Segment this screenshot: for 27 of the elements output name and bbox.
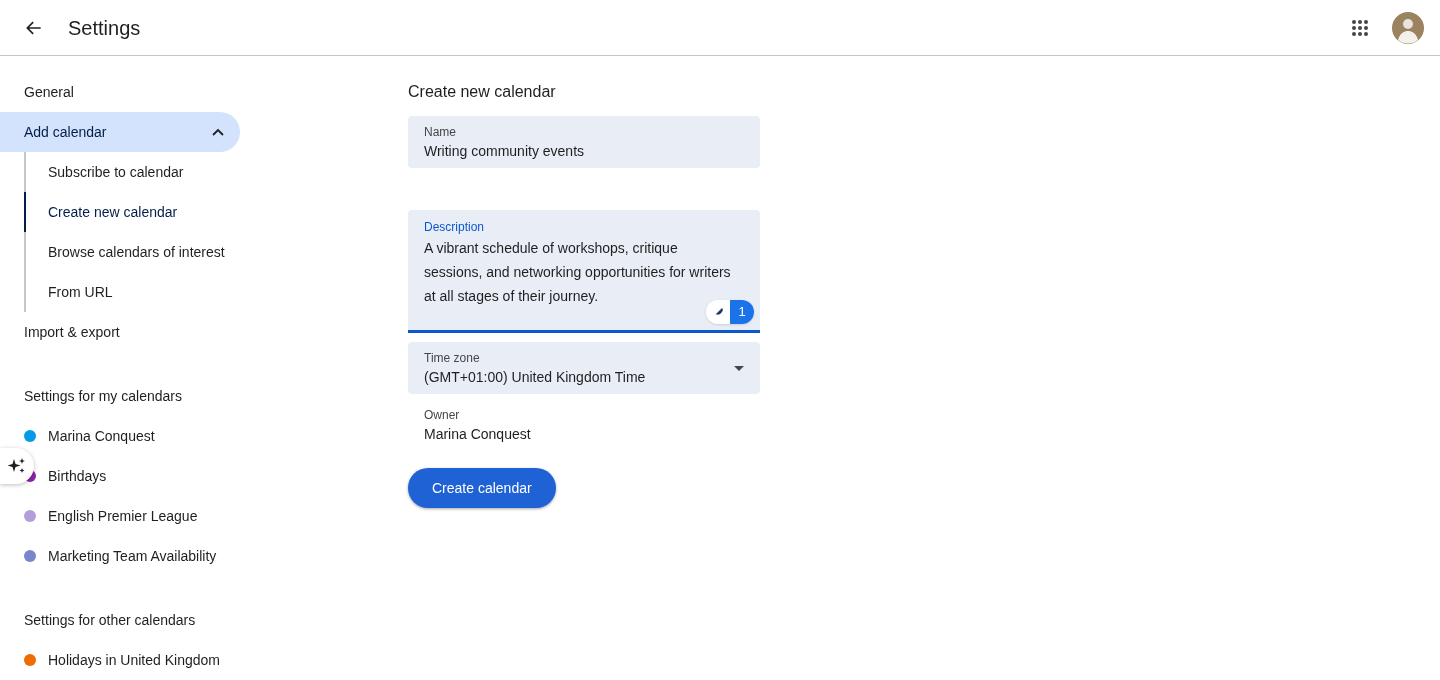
- calendar-item[interactable]: Birthdays: [48, 465, 107, 487]
- avatar[interactable]: [1392, 11, 1424, 44]
- nav-item[interactable]: Add calendar: [0, 112, 240, 152]
- nav-subitem[interactable]: Subscribe to calendar: [24, 152, 368, 192]
- chevron-icon: [212, 128, 224, 136]
- calendar-item[interactable]: English Premier League: [48, 505, 198, 527]
- nav-subitem[interactable]: From URL: [24, 272, 368, 312]
- form-title: Create new calendar: [408, 82, 557, 102]
- nav-subitem[interactable]: Browse calendars of interest: [24, 232, 368, 272]
- nav-item[interactable]: Import & export: [0, 312, 240, 352]
- apps-grid-icon[interactable]: [1352, 19, 1368, 36]
- owner-value: Marina Conquest: [424, 425, 532, 444]
- dropdown-arrow-icon: [734, 365, 744, 371]
- calendar-item[interactable]: Marina Conquest: [48, 425, 155, 447]
- sparkle-button[interactable]: [0, 448, 34, 484]
- section-heading: Settings for my calendars: [23, 386, 183, 406]
- nav-item[interactable]: General: [0, 72, 240, 112]
- page-title: Settings: [68, 15, 141, 41]
- section-heading: Settings for other calendars: [23, 610, 197, 630]
- time-zone-dropdown[interactable]: Time zone (GMT+01:00) United Kingdom Time: [408, 342, 760, 394]
- name-field[interactable]: Name Writing community events: [408, 116, 760, 168]
- create-calendar-button[interactable]: Create calendar: [408, 468, 556, 508]
- calendar-item[interactable]: Holidays in United Kingdom: [48, 649, 220, 671]
- nav-subitem[interactable]: Create new calendar: [24, 192, 368, 232]
- owner-label: Owner: [424, 407, 461, 424]
- description-field[interactable]: Description A vibrant schedule of workshops, critique sessions, and networking opportunities for writers at all stages of their journey. 1: [408, 210, 760, 333]
- calendar-item[interactable]: Marketing Team Availability: [48, 545, 217, 567]
